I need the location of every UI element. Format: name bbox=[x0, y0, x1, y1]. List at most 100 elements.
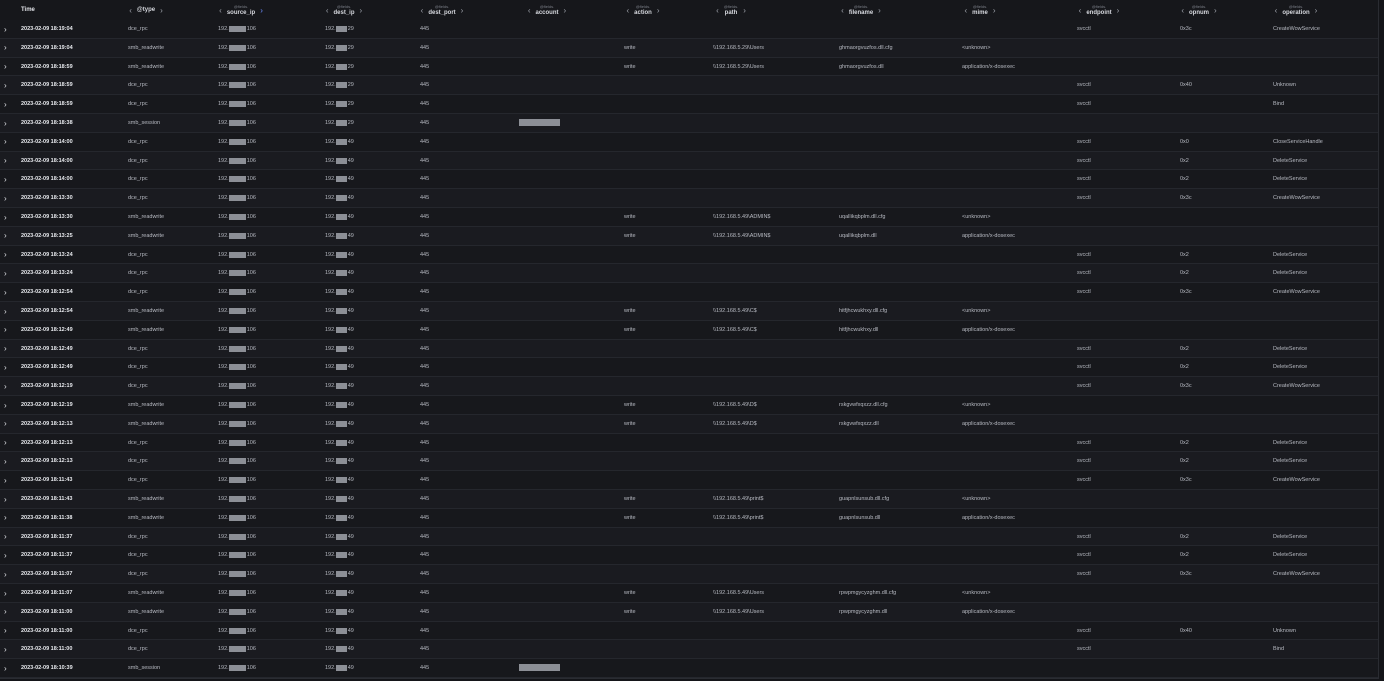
table-row[interactable]: › 2023-02-09 18:14:00 dce_rpc 192. 106 192. 49… bbox=[0, 132, 1378, 152]
column-header-mime[interactable]: ‹ @fields. mime › bbox=[956, 0, 1004, 20]
table-row[interactable]: › 2023-02-09 18:11:07 smb_readwrite 192. 106… bbox=[0, 584, 1378, 603]
column-header-type[interactable]: ‹ @type › bbox=[122, 0, 170, 20]
expand-row-chevron-icon[interactable]: › bbox=[4, 490, 7, 508]
table-row[interactable]: › 2023-02-09 18:12:49 smb_readwrite 192. 106… bbox=[0, 320, 1378, 340]
expand-row-chevron-icon[interactable]: › bbox=[4, 170, 7, 188]
expand-row-chevron-icon[interactable]: › bbox=[4, 20, 7, 38]
expand-row-chevron-icon[interactable]: › bbox=[4, 659, 7, 677]
expand-row-chevron-icon[interactable]: › bbox=[4, 358, 7, 376]
expand-row-chevron-icon[interactable]: › bbox=[4, 264, 7, 282]
table-row[interactable]: › 2023-02-09 18:11:00 smb_readwrite 192. 106… bbox=[0, 602, 1378, 622]
chevron-left-icon[interactable]: ‹ bbox=[326, 6, 329, 15]
column-header-operation[interactable]: ‹ @fields. operation › bbox=[1272, 0, 1320, 20]
table-row[interactable]: › 2023-02-09 18:12:54 smb_readwrite 192. 106… bbox=[0, 302, 1378, 321]
table-row[interactable]: › 2023-02-09 18:13:24 dce_rpc 192. 106 192. 49… bbox=[0, 245, 1378, 265]
column-header-account[interactable]: ‹ @fields. account › bbox=[523, 0, 571, 20]
table-row[interactable]: › 2023-02-09 18:11:43 smb_readwrite 192. 106… bbox=[0, 490, 1378, 509]
chevron-right-icon[interactable]: › bbox=[160, 6, 163, 15]
expand-row-chevron-icon[interactable]: › bbox=[4, 39, 7, 57]
table-row[interactable]: › 2023-02-09 18:11:38 smb_readwrite 192. 106… bbox=[0, 508, 1378, 528]
chevron-left-icon[interactable]: ‹ bbox=[841, 6, 844, 15]
expand-row-chevron-icon[interactable]: › bbox=[4, 528, 7, 546]
table-row[interactable]: › 2023-02-09 18:11:00 dce_rpc 192. 106 192. 49… bbox=[0, 640, 1378, 660]
table-row[interactable]: › 2023-02-09 18:11:00 dce_rpc 192. 106 192. 49… bbox=[0, 621, 1378, 641]
expand-row-chevron-icon[interactable]: › bbox=[4, 565, 7, 583]
table-row[interactable]: › 2023-02-09 18:10:39 smb_session 192. 106 19… bbox=[0, 659, 1378, 678]
expand-row-chevron-icon[interactable]: › bbox=[4, 58, 7, 76]
table-row[interactable]: › 2023-02-09 18:19:04 dce_rpc 192. 106 192. 29… bbox=[0, 20, 1378, 39]
chevron-right-icon[interactable]: › bbox=[564, 6, 567, 15]
table-row[interactable]: › 2023-02-09 18:12:13 dce_rpc 192. 106 192. 49… bbox=[0, 433, 1378, 453]
expand-row-chevron-icon[interactable]: › bbox=[4, 246, 7, 264]
expand-row-chevron-icon[interactable]: › bbox=[4, 76, 7, 94]
table-row[interactable]: › 2023-02-09 18:11:37 dce_rpc 192. 106 192. 49… bbox=[0, 527, 1378, 547]
expand-row-chevron-icon[interactable]: › bbox=[4, 227, 7, 245]
chevron-left-icon[interactable]: ‹ bbox=[421, 6, 424, 15]
table-row[interactable]: › 2023-02-09 18:18:59 smb_readwrite 192. 106… bbox=[0, 57, 1378, 77]
expand-row-chevron-icon[interactable]: › bbox=[4, 321, 7, 339]
chevron-right-icon[interactable]: › bbox=[360, 6, 363, 15]
chevron-left-icon[interactable]: ‹ bbox=[1079, 6, 1082, 15]
chevron-left-icon[interactable]: ‹ bbox=[716, 6, 719, 15]
column-header-source-ip[interactable]: ‹ @fields. source_ip › bbox=[217, 0, 265, 20]
table-row[interactable]: › 2023-02-09 18:18:59 dce_rpc 192. 106 192. 29… bbox=[0, 95, 1378, 114]
table-row[interactable]: › 2023-02-09 18:12:19 dce_rpc 192. 106 192. 49… bbox=[0, 377, 1378, 396]
expand-row-chevron-icon[interactable]: › bbox=[4, 452, 7, 470]
column-header-filename[interactable]: ‹ @fields. filename › bbox=[837, 0, 885, 20]
chevron-right-icon[interactable]: › bbox=[878, 6, 881, 15]
expand-row-chevron-icon[interactable]: › bbox=[4, 640, 7, 658]
expand-row-chevron-icon[interactable]: › bbox=[4, 509, 7, 527]
expand-row-chevron-icon[interactable]: › bbox=[4, 133, 7, 151]
chevron-left-icon[interactable]: ‹ bbox=[528, 6, 531, 15]
column-header-endpoint[interactable]: ‹ @fields. endpoint › bbox=[1075, 0, 1123, 20]
expand-row-chevron-icon[interactable]: › bbox=[4, 396, 7, 414]
expand-row-chevron-icon[interactable]: › bbox=[4, 377, 7, 395]
expand-row-chevron-icon[interactable]: › bbox=[4, 302, 7, 320]
expand-row-chevron-icon[interactable]: › bbox=[4, 208, 7, 226]
chevron-left-icon[interactable]: ‹ bbox=[129, 6, 132, 15]
table-row[interactable]: › 2023-02-09 18:13:25 smb_readwrite 192. 106… bbox=[0, 226, 1378, 246]
table-row[interactable]: › 2023-02-09 18:12:13 dce_rpc 192. 106 192. 49… bbox=[0, 452, 1378, 472]
chevron-right-icon[interactable]: › bbox=[1315, 6, 1318, 15]
expand-row-chevron-icon[interactable]: › bbox=[4, 340, 7, 358]
expand-row-chevron-icon[interactable]: › bbox=[4, 434, 7, 452]
table-row[interactable]: › 2023-02-09 18:19:04 smb_readwrite 192. 106… bbox=[0, 38, 1378, 58]
expand-row-chevron-icon[interactable]: › bbox=[4, 114, 7, 132]
column-header-action[interactable]: ‹ @fields. action › bbox=[619, 0, 667, 20]
expand-row-chevron-icon[interactable]: › bbox=[4, 415, 7, 433]
table-row[interactable]: › 2023-02-09 18:11:37 dce_rpc 192. 106 192. 49… bbox=[0, 546, 1378, 566]
chevron-right-icon[interactable]: › bbox=[743, 6, 746, 15]
expand-row-chevron-icon[interactable]: › bbox=[4, 189, 7, 207]
chevron-left-icon[interactable]: ‹ bbox=[1181, 6, 1184, 15]
chevron-left-icon[interactable]: ‹ bbox=[626, 6, 629, 15]
chevron-right-icon[interactable]: › bbox=[993, 6, 996, 15]
column-header-opnum[interactable]: ‹ @fields. opnum › bbox=[1175, 0, 1223, 20]
table-row[interactable]: › 2023-02-09 18:12:54 dce_rpc 192. 106 192. 49… bbox=[0, 283, 1378, 302]
expand-row-chevron-icon[interactable]: › bbox=[4, 283, 7, 301]
table-row[interactable]: › 2023-02-09 18:13:30 dce_rpc 192. 106 192. 49… bbox=[0, 189, 1378, 208]
table-row[interactable]: › 2023-02-09 18:12:49 dce_rpc 192. 106 192. 49… bbox=[0, 358, 1378, 378]
table-row[interactable]: › 2023-02-09 18:18:59 dce_rpc 192. 106 192. 29… bbox=[0, 76, 1378, 96]
chevron-right-icon[interactable]: › bbox=[1117, 6, 1120, 15]
table-row[interactable]: › 2023-02-09 18:12:19 smb_readwrite 192. 106… bbox=[0, 396, 1378, 415]
chevron-left-icon[interactable]: ‹ bbox=[1275, 6, 1278, 15]
table-row[interactable]: › 2023-02-09 18:13:30 smb_readwrite 192. 106… bbox=[0, 208, 1378, 227]
expand-row-chevron-icon[interactable]: › bbox=[4, 603, 7, 621]
table-row[interactable]: › 2023-02-09 18:11:43 dce_rpc 192. 106 192. 49… bbox=[0, 471, 1378, 490]
column-header-dest-ip[interactable]: ‹ @fields. dest_ip › bbox=[320, 0, 368, 20]
table-row[interactable]: › 2023-02-09 18:18:38 smb_session 192. 106 19… bbox=[0, 114, 1378, 133]
chevron-right-icon[interactable]: › bbox=[461, 6, 464, 15]
chevron-right-icon[interactable]: › bbox=[1214, 6, 1217, 15]
table-row[interactable]: › 2023-02-09 18:13:24 dce_rpc 192. 106 192. 49… bbox=[0, 264, 1378, 284]
expand-row-chevron-icon[interactable]: › bbox=[4, 95, 7, 113]
table-row[interactable]: › 2023-02-09 18:14:00 dce_rpc 192. 106 192. 49… bbox=[0, 170, 1378, 190]
column-header-time[interactable]: Time bbox=[21, 0, 35, 20]
expand-row-chevron-icon[interactable]: › bbox=[4, 546, 7, 564]
expand-row-chevron-icon[interactable]: › bbox=[4, 622, 7, 640]
expand-row-chevron-icon[interactable]: › bbox=[4, 471, 7, 489]
chevron-right-icon[interactable]: › bbox=[260, 6, 263, 15]
chevron-right-icon[interactable]: › bbox=[657, 6, 660, 15]
table-row[interactable]: › 2023-02-09 18:12:49 dce_rpc 192. 106 192. 49… bbox=[0, 339, 1378, 359]
chevron-left-icon[interactable]: ‹ bbox=[219, 6, 222, 15]
expand-row-chevron-icon[interactable]: › bbox=[4, 584, 7, 602]
